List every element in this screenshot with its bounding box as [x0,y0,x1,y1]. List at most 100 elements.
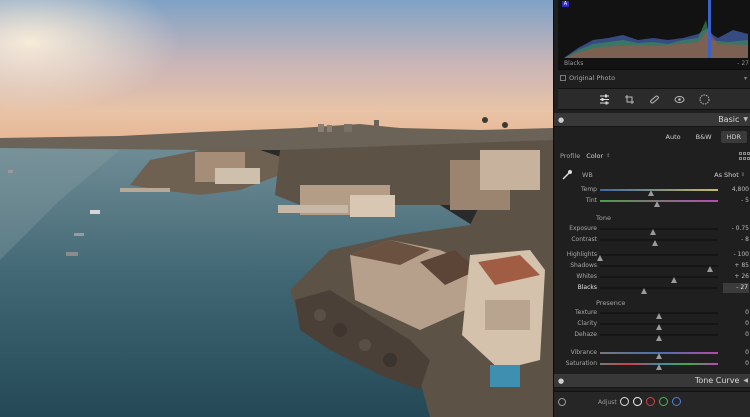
slider-value[interactable]: 4,800 [723,185,749,195]
slider-tint[interactable]: Tint - 5 [558,196,750,207]
updown-arrows-icon[interactable]: ⇕ [606,153,610,159]
histogram[interactable]: A Blacks - 27 [558,0,750,70]
slider-track[interactable] [600,200,718,207]
slider-value[interactable]: 0 [723,359,749,369]
basic-section-title: Basic [718,115,740,124]
bw-button[interactable]: B&W [690,131,718,143]
presence-subheader: Presence [596,299,626,307]
slider-track[interactable] [600,276,718,283]
original-photo-checkbox[interactable] [560,75,566,81]
slider-track[interactable] [597,254,718,261]
tone-curve-title: Tone Curve [694,376,740,385]
mask-channel-icons [620,397,681,406]
slider-track[interactable] [600,363,718,370]
slider-value[interactable]: - 8 [723,235,749,245]
slider-highlights[interactable]: Highlights - 100 [558,250,750,261]
slider-track[interactable] [600,265,718,272]
slider-track[interactable] [600,323,718,330]
eye-icon[interactable]: ● [554,377,568,385]
slider-whites[interactable]: Whites + 26 [558,272,750,283]
slider-contrast[interactable]: Contrast - 8 [558,235,750,246]
shadow-clipping-indicator[interactable]: A [562,1,569,7]
slider-label: Exposure [569,225,597,232]
original-photo-label: Original Photo [569,74,616,82]
original-photo-row[interactable]: Original Photo ▾ [558,72,750,84]
slider-track[interactable] [600,239,718,246]
all-channels-icon[interactable] [620,397,629,406]
slider-track[interactable] [600,352,718,359]
slider-value[interactable]: - 100 [723,250,749,260]
slider-texture[interactable]: Texture 0 [558,308,750,319]
histogram-channel-value: - 27 [737,60,749,67]
slider-blacks[interactable]: Blacks - 27 [558,283,750,294]
develop-panel: A Blacks - 27 Original Photo ▾ ● Basic ▼… [553,0,750,417]
slider-value[interactable]: 0 [723,330,749,340]
slider-label: Whites [576,273,597,280]
basic-section-header[interactable]: ● Basic ▼ [554,113,750,127]
slider-value[interactable]: 0 [723,308,749,318]
eye-icon[interactable]: ● [554,116,568,124]
slider-track[interactable] [600,312,718,319]
slider-value[interactable]: 0 [723,348,749,358]
profile-row[interactable]: Profile Color ⇕ [558,150,750,162]
slider-exposure[interactable]: Exposure - 0.75 [558,224,750,235]
slider-thumb[interactable] [652,240,659,246]
tone-curve-section-header[interactable]: ● Tone Curve ◀ [554,374,750,388]
redeye-icon[interactable] [674,93,686,105]
expand-triangle-icon[interactable]: ◀ [743,377,748,384]
collapse-triangle-icon[interactable]: ▼ [743,116,748,123]
slider-value[interactable]: + 85 [723,261,749,271]
slider-track[interactable] [600,334,718,341]
red-channel-icon[interactable] [646,397,655,406]
slider-thumb[interactable] [656,364,662,370]
eyedropper-icon[interactable] [560,168,574,182]
adjust-label: Adjust [598,399,617,406]
slider-value[interactable]: - 5 [723,196,749,206]
crop-icon[interactable] [624,93,636,105]
histogram-channel-label: Blacks [564,60,584,67]
blue-channel-icon[interactable] [672,397,681,406]
slider-clarity[interactable]: Clarity 0 [558,319,750,330]
slider-thumb[interactable] [656,335,662,341]
mask-icon[interactable] [699,93,711,105]
edit-sliders-icon[interactable] [599,93,611,105]
hdr-button[interactable]: HDR [720,131,747,143]
auto-button[interactable]: Auto [660,131,687,143]
slider-value[interactable]: 0 [723,319,749,329]
slider-label: Saturation [565,360,597,367]
slider-thumb[interactable] [653,201,660,207]
white-balance-row: WB As Shot ⇕ [558,166,750,184]
slider-label: Dehaze [574,331,597,338]
slider-label: Texture [575,309,597,316]
profile-browser-grid-icon[interactable] [739,152,750,160]
slider-dehaze[interactable]: Dehaze 0 [558,330,750,341]
healing-icon[interactable] [649,93,661,105]
slider-temp[interactable]: Temp 4,800 [558,185,750,196]
histogram-graph [564,0,748,58]
slider-vibrance[interactable]: Vibrance 0 [558,348,750,359]
slider-label: Tint [585,197,597,204]
slider-value[interactable]: - 27 [723,283,749,293]
wb-value[interactable]: As Shot [714,171,739,179]
profile-value[interactable]: Color [586,152,603,160]
slider-track[interactable] [600,189,718,196]
bottom-bar: Adjust [554,391,750,417]
slider-label: Vibrance [570,349,597,356]
updown-arrows-icon[interactable]: ⇕ [741,172,745,178]
slider-track[interactable] [600,287,718,294]
slider-label: Temp [581,186,597,193]
slider-saturation[interactable]: Saturation 0 [558,359,750,370]
slider-thumb[interactable] [640,288,647,294]
white-channel-icon[interactable] [633,397,642,406]
tool-strip [558,88,750,110]
slider-value[interactable]: - 0.75 [723,224,749,234]
chevron-down-icon[interactable]: ▾ [744,75,747,82]
green-channel-icon[interactable] [659,397,668,406]
slider-shadows[interactable]: Shadows + 85 [558,261,750,272]
slider-label: Blacks [577,284,597,291]
photo-canvas[interactable] [0,0,553,417]
aerial-harbor-photo [0,0,553,417]
slider-value[interactable]: + 26 [723,272,749,282]
history-icon[interactable] [558,398,566,406]
slider-track[interactable] [600,228,718,235]
